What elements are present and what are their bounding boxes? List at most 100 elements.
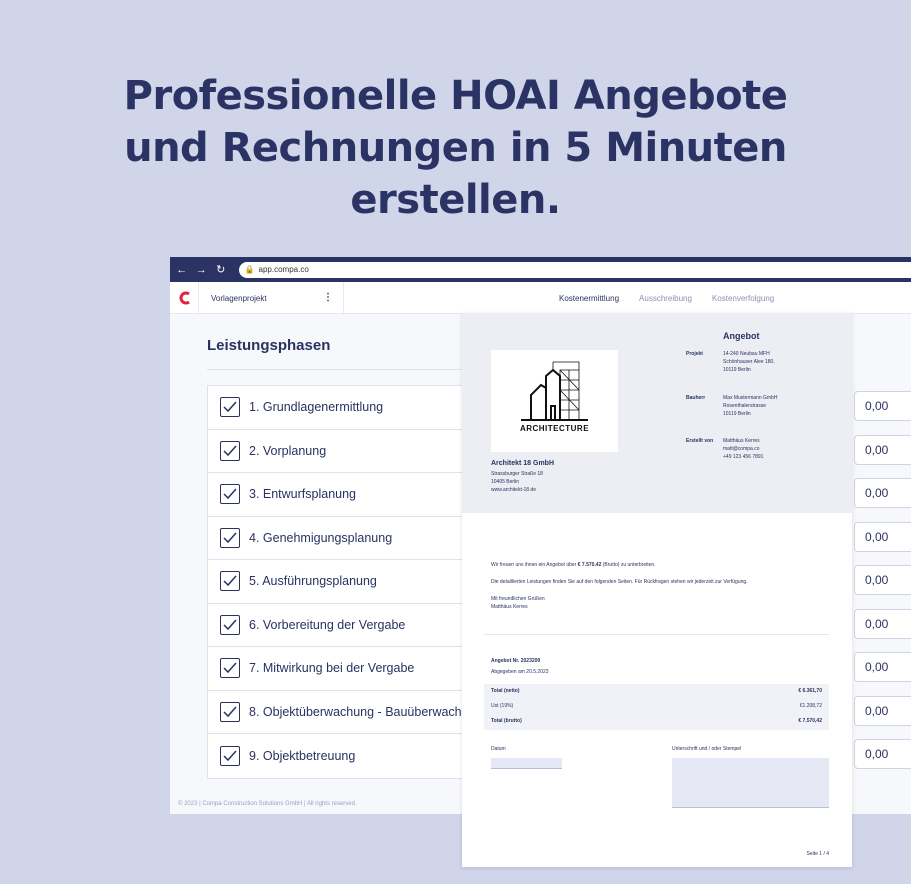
meta-key: Projekt — [686, 351, 703, 357]
check-icon — [223, 488, 237, 500]
firm-address: Architekt 18 GmbH Strassburger Straße 18… — [491, 459, 554, 494]
total-label: Total (brutto) — [491, 718, 522, 724]
meta-line: matt@compa.co — [723, 446, 760, 452]
document-header: ARCHITECTURE Architekt 18 GmbH Strassbur… — [462, 313, 852, 513]
date-field[interactable] — [491, 758, 562, 769]
page-number: Seite 1 / 4 — [806, 851, 829, 857]
architecture-logo: ARCHITECTURE — [491, 350, 618, 452]
list-item: 3. Entwurfsplanung — [208, 473, 476, 517]
phase-checkbox[interactable] — [220, 484, 240, 505]
check-icon — [223, 619, 237, 630]
meta-key: Erstellt von — [686, 438, 714, 444]
total-value: € 6.361,70 — [798, 688, 822, 694]
list-item: 2. Vorplanung — [208, 430, 476, 473]
amount-input[interactable]: 0,00 — [854, 521, 911, 552]
phase-label: 5. Ausführungsplanung — [249, 574, 377, 589]
amount-input[interactable]: 0,00 — [854, 695, 911, 726]
list-item: 7. Mitwirkung bei der Vergabe — [208, 647, 476, 691]
meta-line: Max Mustermann GmbH — [723, 395, 778, 401]
meta-line: Matthäus Kerres — [723, 438, 760, 444]
phase-list: 1. Grundlagenermittlung 2. Vorplanung 3.… — [207, 385, 477, 779]
phase-checkbox[interactable] — [220, 571, 240, 592]
intro-post: (Brutto) zu unterbreiten. — [601, 562, 656, 568]
greeting-text: Mit freundlichen Grüßen — [491, 596, 545, 602]
firm-street: Strassburger Straße 18 — [491, 471, 543, 477]
divider — [207, 369, 467, 370]
amount-input[interactable]: 0,00 — [854, 608, 911, 639]
phase-checkbox[interactable] — [220, 397, 240, 418]
details-text: Die detaillierten Leistungen finden Sie … — [491, 579, 748, 585]
meta-key: Bauherr — [686, 395, 706, 401]
date-label: Datum — [491, 746, 506, 752]
tab-bar: Kostenermittlung Ausschreibung Kostenver… — [559, 282, 774, 314]
phase-label: 1. Grundlagenermittlung — [249, 400, 384, 415]
browser-toolbar: ← → ↻ 🔒 app.compa.co — [170, 257, 911, 282]
intro-text: Wir freuen uns ihnen ein Angebot über € … — [491, 561, 656, 569]
amount-input[interactable]: 0,00 — [854, 434, 911, 465]
phase-label: 7. Mitwirkung bei der Vergabe — [249, 661, 415, 676]
amount-input[interactable]: 0,00 — [854, 391, 911, 421]
signature-label: Unterschrift und / oder Stempel — [672, 746, 742, 752]
phase-checkbox[interactable] — [220, 440, 240, 461]
amount-input[interactable]: 0,00 — [854, 565, 911, 595]
intro-pre: Wir freuen uns ihnen ein Angebot über — [491, 562, 578, 568]
meta-line: Rosenthalerstrasse — [723, 403, 767, 409]
signature-field[interactable] — [672, 758, 829, 808]
check-icon — [223, 750, 237, 761]
phase-label: 4. Genehmigungsplanung — [249, 530, 393, 545]
amount-input[interactable]: 0,00 — [854, 652, 911, 682]
address-bar[interactable]: 🔒 app.compa.co — [238, 261, 911, 278]
offer-number: Angebot Nr. 2023209 — [491, 658, 541, 664]
list-item: 8. Objektüberwachung - Bauüberwachung — [208, 691, 476, 734]
meta-line: +49 123 456 7891 — [723, 454, 764, 460]
list-item: 5. Ausführungsplanung — [208, 560, 476, 604]
tab-kostenermittlung[interactable]: Kostenermittlung — [559, 294, 619, 303]
totals-table: Total (netto) € 6.361,70 Ust (19%) €1.20… — [484, 684, 829, 730]
table-row: Total (netto) € 6.361,70 — [491, 688, 822, 694]
check-icon — [223, 706, 237, 717]
phase-checkbox[interactable] — [220, 527, 240, 548]
back-arrow-icon[interactable]: ← — [176, 264, 188, 276]
compa-logo-icon[interactable] — [178, 291, 192, 305]
firm-name: Architekt 18 GmbH — [491, 460, 555, 467]
check-icon — [223, 662, 237, 674]
amount-column: 0,00 0,00 0,00 0,00 0,00 0,00 0,00 0,00 … — [854, 391, 911, 783]
total-value: € 7.570,42 — [798, 718, 822, 724]
meta-value: Matthäus Kerres matt@compa.co +49 123 45… — [723, 437, 833, 461]
table-row: Ust (19%) €1.208,72 — [491, 703, 822, 709]
project-selector[interactable]: Vorlagenprojekt ⋮ — [198, 282, 344, 314]
phase-checkbox[interactable] — [220, 701, 240, 722]
check-icon — [223, 532, 237, 543]
building-logo-icon — [521, 361, 588, 421]
divider — [484, 634, 829, 635]
meta-value: Max Mustermann GmbH Rosenthalerstrasse 1… — [723, 394, 833, 418]
total-value: €1.208,72 — [799, 703, 822, 709]
meta-line: 14-240 Neubau MFH — [723, 351, 770, 357]
phase-label: 2. Vorplanung — [249, 443, 327, 458]
logo-text: ARCHITECTURE — [519, 424, 590, 433]
phase-label: 9. Objektbetreuung — [249, 748, 356, 763]
list-item: 4. Genehmigungsplanung — [208, 517, 476, 560]
reload-icon[interactable]: ↻ — [215, 263, 227, 276]
amount-input[interactable]: 0,00 — [854, 478, 911, 508]
check-icon — [223, 445, 237, 456]
phase-checkbox[interactable] — [220, 658, 240, 679]
tab-ausschreibung[interactable]: Ausschreibung — [639, 294, 692, 303]
meta-line: 10119 Berlin — [723, 411, 751, 417]
forward-arrow-icon[interactable]: → — [196, 264, 208, 276]
tab-kostenverfolgung[interactable]: Kostenverfolgung — [712, 294, 774, 303]
amount-input[interactable]: 0,00 — [854, 739, 911, 769]
intro-amount: € 7.570,42 — [577, 562, 602, 568]
headline: Professionelle HOAI Angebote und Rechnun… — [0, 70, 911, 226]
more-options-icon[interactable]: ⋮ — [323, 292, 333, 303]
phase-checkbox[interactable] — [220, 745, 240, 766]
url-text: app.compa.co — [258, 265, 309, 274]
list-item: 9. Objektbetreuung — [208, 734, 476, 778]
phase-checkbox[interactable] — [220, 614, 240, 635]
firm-website: www.architekt-18.de — [491, 487, 537, 493]
meta-line: Schönhauser Alee 180, — [723, 359, 775, 365]
offer-date: Abgegeben am 20.5.2023 — [491, 669, 549, 675]
phase-label: 6. Vorbereitung der Vergabe — [249, 617, 406, 632]
list-item: 6. Vorbereitung der Vergabe — [208, 604, 476, 647]
lock-icon: 🔒 — [244, 265, 255, 274]
